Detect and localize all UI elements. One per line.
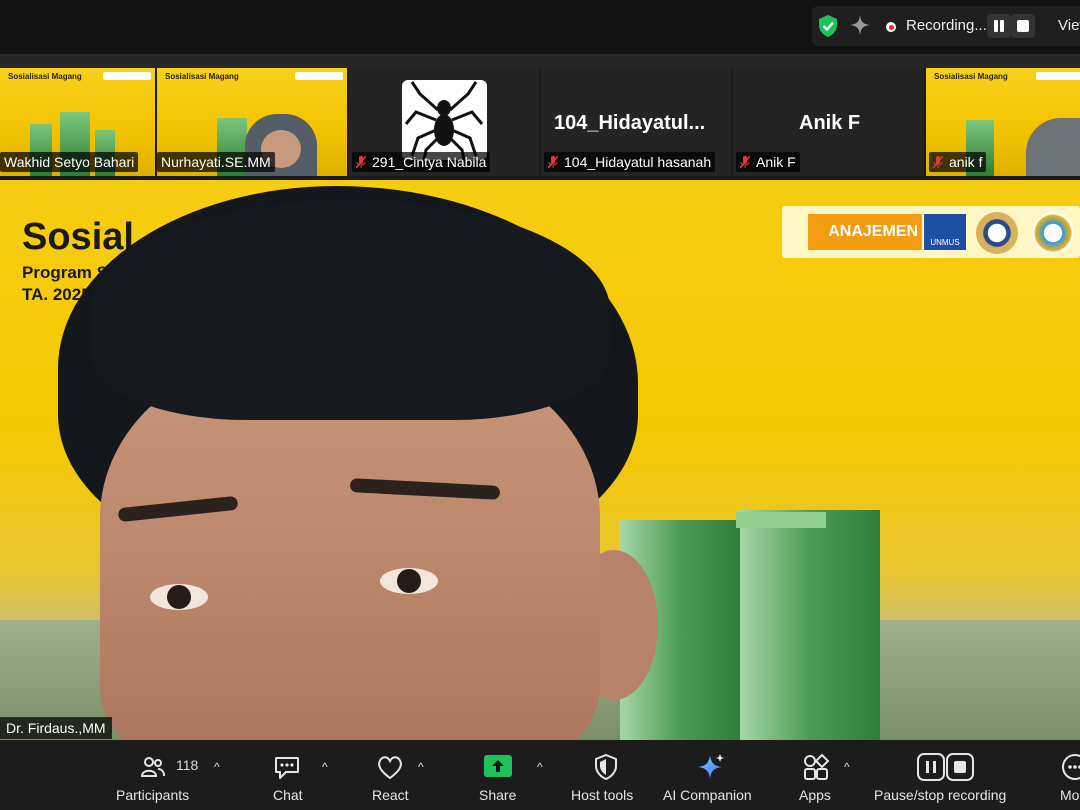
pause-stop-recording-button[interactable]: Pause/stop recording — [872, 740, 1020, 810]
mic-muted-icon — [356, 155, 366, 169]
apps-options-caret[interactable]: ^ — [844, 760, 850, 774]
participant-name-tag: 291_Cintya Nabila — [352, 152, 491, 172]
campus-building — [740, 510, 880, 740]
participant-name: 104_Hidayatul hasanah — [564, 154, 712, 170]
participant-video — [1026, 118, 1080, 176]
mic-muted-icon — [740, 155, 750, 169]
view-menu-button[interactable]: View — [1058, 17, 1080, 34]
speaker-eye — [380, 568, 438, 594]
tile-slide-logos — [103, 72, 151, 80]
slide-title: Sosial — [22, 216, 134, 258]
participant-name-tag: Anik F — [736, 152, 800, 172]
participant-name: Anik F — [756, 154, 796, 170]
speaker-hair-fringe — [90, 200, 610, 420]
heart-icon — [378, 756, 402, 780]
host-tools-label: Host tools — [571, 787, 634, 803]
speaker-eye — [150, 584, 208, 610]
stop-recording-button[interactable] — [1011, 14, 1035, 38]
participant-tile[interactable]: 104_Hidayatul... 104_Hidayatul hasanah — [541, 68, 731, 176]
apps-icon — [804, 753, 830, 780]
recording-label: Recording... — [906, 17, 987, 34]
apps-button[interactable]: Apps — [796, 740, 836, 810]
participant-name: anik f — [949, 154, 983, 170]
more-button[interactable]: More — [1052, 740, 1080, 810]
apps-label: Apps — [799, 787, 831, 803]
active-speaker-video[interactable]: Sosial Program St TA. 2025/2 ANAJEMEN UN… — [0, 180, 1080, 740]
ai-companion-label: AI Companion — [663, 787, 752, 803]
building-roof — [736, 512, 826, 528]
tile-slide-title: Sosialisasi Magang — [165, 72, 239, 81]
tile-slide-title: Sosialisasi Magang — [8, 72, 82, 81]
participant-name-tag: 104_Hidayatul hasanah — [544, 152, 716, 172]
participant-tile[interactable]: 291_Cintya Nabila — [349, 68, 539, 176]
shield-icon — [595, 753, 617, 781]
participant-tile[interactable]: Sosialisasi Magang Wakhid Setyo Bahari — [0, 68, 155, 176]
unmus-logo: UNMUS — [924, 214, 966, 250]
react-button[interactable]: React — [364, 740, 420, 810]
share-screen-icon — [484, 755, 512, 777]
active-speaker-name-tag: Dr. Firdaus.,MM — [0, 717, 112, 739]
meeting-top-bar: Recording... View — [0, 0, 1080, 54]
participant-name-tag: Nurhayati.SE.MM — [157, 152, 275, 172]
recording-dot-icon — [886, 22, 896, 32]
participant-name-tag: anik f — [929, 152, 987, 172]
more-icon — [1062, 754, 1080, 780]
mic-muted-icon — [933, 155, 943, 169]
pause-stop-recording-label: Pause/stop recording — [874, 787, 1007, 803]
participants-button[interactable]: 118 Participants — [108, 740, 204, 810]
share-label: Share — [479, 787, 517, 803]
participant-tile[interactable]: Anik F Anik F — [733, 68, 924, 176]
meeting-controls-toolbar: 118 Participants ^ Chat ^ React ^ Share … — [0, 740, 1080, 810]
ai-companion-button[interactable]: AI Companion — [660, 740, 762, 810]
chat-button[interactable]: Chat — [262, 740, 314, 810]
more-label: More — [1060, 787, 1080, 803]
tile-slide-title: Sosialisasi Magang — [934, 72, 1008, 81]
ai-sparkle-icon[interactable] — [849, 14, 871, 36]
university-seal-logo — [976, 212, 1018, 254]
react-options-caret[interactable]: ^ — [418, 760, 424, 774]
react-label: React — [372, 787, 409, 803]
host-tools-button[interactable]: Host tools — [566, 740, 646, 810]
participants-label: Participants — [116, 787, 190, 803]
chat-icon — [275, 757, 299, 779]
participant-tile[interactable]: Sosialisasi Magang Nurhayati.SE.MM — [157, 68, 347, 176]
participant-name-tag: Wakhid Setyo Bahari — [0, 152, 139, 172]
participants-icon — [140, 757, 165, 777]
pause-recording-button[interactable] — [987, 14, 1011, 38]
tile-slide-logos — [1036, 72, 1080, 80]
participant-display-name: Anik F — [799, 112, 861, 134]
mic-muted-icon — [548, 155, 558, 169]
spider-icon — [404, 81, 484, 161]
participant-name: 291_Cintya Nabila — [372, 154, 487, 170]
participant-avatar — [402, 80, 487, 161]
security-shield-icon[interactable] — [817, 14, 839, 38]
participant-display-name: 104_Hidayatul... — [554, 112, 706, 134]
tile-slide-logos — [295, 72, 343, 80]
participants-options-caret[interactable]: ^ — [214, 760, 220, 774]
chat-options-caret[interactable]: ^ — [322, 760, 328, 774]
manajemen-logo: ANAJEMEN — [808, 214, 922, 250]
ai-companion-icon — [698, 754, 724, 779]
share-button[interactable]: Share — [472, 740, 524, 810]
participant-tile[interactable]: Sosialisasi Magang anik f — [926, 68, 1080, 176]
strip-divider — [0, 54, 1080, 68]
share-options-caret[interactable]: ^ — [537, 760, 543, 774]
pause-stop-recording-icon — [917, 753, 974, 781]
participants-count: 118 — [176, 757, 199, 773]
chat-label: Chat — [273, 787, 303, 803]
faculty-seal-logo — [1032, 212, 1074, 254]
